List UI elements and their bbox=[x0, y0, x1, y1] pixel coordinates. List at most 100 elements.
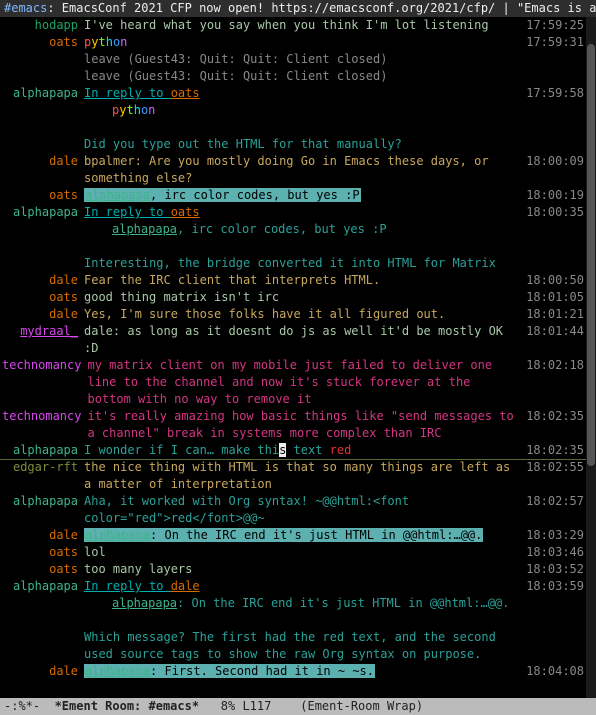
blank-line bbox=[0, 119, 586, 136]
chat-row: alphapapa: On the IRC end it's just HTML… bbox=[0, 595, 586, 612]
mention-link[interactable]: oats bbox=[171, 86, 200, 100]
rainbow-text: python bbox=[112, 103, 155, 117]
timestamp: 17:59:25 bbox=[524, 17, 584, 34]
scrollbar-thumb[interactable] bbox=[587, 44, 595, 466]
message-text: bpalmer: Are you mostly doing Go in Emac… bbox=[84, 153, 524, 187]
blank-line bbox=[0, 612, 586, 629]
message-text: I wonder if I can… make this text red bbox=[84, 442, 524, 459]
timestamp: 18:02:57 bbox=[524, 493, 584, 510]
message-text: Fear the IRC client that interprets HTML… bbox=[84, 272, 524, 289]
chat-row: alphapapa In reply to dale 18:03:59 bbox=[0, 578, 586, 595]
chat-row: Interesting, the bridge converted it int… bbox=[0, 255, 586, 272]
timestamp: 18:02:18 bbox=[524, 357, 584, 374]
header-topic: : EmacsConf 2021 CFP now open! https://e… bbox=[47, 1, 596, 15]
rainbow-text: python bbox=[84, 35, 127, 49]
message-text: alphapapa, irc color codes, but yes :P bbox=[84, 187, 524, 204]
reply-link[interactable]: In reply to bbox=[84, 579, 171, 593]
mention-link[interactable]: alphapapa bbox=[85, 528, 150, 542]
message-text: good thing matrix isn't irc bbox=[84, 289, 524, 306]
mention-link[interactable]: dale bbox=[171, 579, 200, 593]
timestamp: 18:03:46 bbox=[524, 544, 584, 561]
message-text: alphapapa: On the IRC end it's just HTML… bbox=[84, 527, 524, 544]
nick: technomancy bbox=[2, 357, 87, 374]
message-text: alphapapa, irc color codes, but yes :P bbox=[84, 221, 524, 238]
nick: alphapapa bbox=[2, 85, 84, 102]
chat-log[interactable]: hodapp I've heard what you say when you … bbox=[0, 17, 586, 698]
timestamp: 18:01:21 bbox=[524, 306, 584, 323]
chat-row: Which message? The first had the red tex… bbox=[0, 629, 586, 663]
channel-name: #emacs bbox=[4, 1, 47, 15]
mode-line: -:%*- *Ement Room: #emacs* 8% L117 (Emen… bbox=[0, 698, 596, 715]
nick: hodapp bbox=[2, 17, 84, 34]
chat-row: technomancy my matrix client on my mobil… bbox=[0, 357, 586, 408]
message-text: Did you type out the HTML for that manua… bbox=[84, 136, 524, 153]
chat-row: Did you type out the HTML for that manua… bbox=[0, 136, 586, 153]
mention-link[interactable]: alphapapa bbox=[112, 222, 177, 236]
timestamp: 18:03:52 bbox=[524, 561, 584, 578]
nick: oats bbox=[2, 187, 84, 204]
modeline-flags: -:%*- bbox=[4, 699, 40, 713]
emacs-window: #emacs: EmacsConf 2021 CFP now open! htt… bbox=[0, 0, 596, 715]
modeline-buffer: *Ement Room: #emacs* bbox=[55, 699, 200, 713]
chat-row: technomancy it's really amazing how basi… bbox=[0, 408, 586, 442]
nick: oats bbox=[2, 34, 84, 51]
message-text: In reply to oats bbox=[84, 85, 524, 102]
chat-row: python bbox=[0, 102, 586, 119]
chat-row: oats python 17:59:31 bbox=[0, 34, 586, 51]
chat-row: alphapapa, irc color codes, but yes :P bbox=[0, 221, 586, 238]
timestamp: 18:03:59 bbox=[524, 578, 584, 595]
chat-row: dale alphapapa: On the IRC end it's just… bbox=[0, 527, 586, 544]
chat-row: hodapp I've heard what you say when you … bbox=[0, 17, 586, 34]
nick: dale bbox=[2, 527, 84, 544]
message-text: Aha, it worked with Org syntax! ~@@html:… bbox=[84, 493, 524, 527]
message-text: In reply to oats bbox=[84, 204, 524, 221]
message-text: I've heard what you say when you think I… bbox=[84, 17, 524, 34]
nick: mydraal_ bbox=[2, 323, 84, 340]
highlight: alphapapa: On the IRC end it's just HTML… bbox=[84, 528, 483, 542]
chat-row: alphapapa Aha, it worked with Org syntax… bbox=[0, 493, 586, 527]
message-text: Interesting, the bridge converted it int… bbox=[84, 255, 524, 272]
chat-row: mydraal_ dale: as long as it doesnt do j… bbox=[0, 323, 586, 357]
mention-link[interactable]: alphapapa bbox=[112, 596, 177, 610]
nick: alphapapa bbox=[2, 493, 84, 510]
nick: dale bbox=[2, 272, 84, 289]
message-text: alphapapa: First. Second had it in ~ ~s. bbox=[84, 663, 524, 680]
system-message: leave (Guest43: Quit: Quit: Client close… bbox=[84, 51, 524, 68]
message-text: alphapapa: On the IRC end it's just HTML… bbox=[84, 595, 524, 612]
nick: technomancy bbox=[2, 408, 87, 425]
nick: alphapapa bbox=[2, 578, 84, 595]
reply-link[interactable]: In reply to bbox=[84, 86, 171, 100]
message-text: Which message? The first had the red tex… bbox=[84, 629, 524, 663]
chat-row: alphapapa In reply to oats 18:00:35 bbox=[0, 204, 586, 221]
chat-row: oats lol 18:03:46 bbox=[0, 544, 586, 561]
chat-row: alphapapa In reply to oats 17:59:58 bbox=[0, 85, 586, 102]
message-text: the nice thing with HTML is that so many… bbox=[84, 459, 524, 493]
timestamp: 17:59:58 bbox=[524, 85, 584, 102]
message-text: too many layers bbox=[84, 561, 524, 578]
modeline-position: 8% L117 bbox=[221, 699, 272, 713]
chat-row: leave (Guest43: Quit: Quit: Client close… bbox=[0, 68, 586, 85]
nick: alphapapa bbox=[2, 204, 84, 221]
chat-row: dale Fear the IRC client that interprets… bbox=[0, 272, 586, 289]
chat-row: dale bpalmer: Are you mostly doing Go in… bbox=[0, 153, 586, 187]
message-text: python bbox=[84, 34, 524, 51]
message-text: Yes, I'm sure those folks have it all fi… bbox=[84, 306, 524, 323]
nick: oats bbox=[2, 289, 84, 306]
reply-link[interactable]: In reply to bbox=[84, 205, 171, 219]
nick: dale bbox=[2, 663, 84, 680]
mention-link[interactable]: oats bbox=[171, 205, 200, 219]
timestamp: 17:59:31 bbox=[524, 34, 584, 51]
timestamp: 18:02:35 bbox=[524, 442, 584, 459]
mention-link[interactable]: alphapapa bbox=[85, 188, 150, 202]
timestamp: 18:03:29 bbox=[524, 527, 584, 544]
scrollbar[interactable] bbox=[586, 17, 596, 698]
message-text: lol bbox=[84, 544, 524, 561]
highlight: alphapapa: First. Second had it in ~ ~s. bbox=[84, 664, 375, 678]
timestamp: 18:01:05 bbox=[524, 289, 584, 306]
chat-row: dale alphapapa: First. Second had it in … bbox=[0, 663, 586, 680]
mention-link[interactable]: alphapapa bbox=[85, 664, 150, 678]
chat-row: leave (Guest43: Quit: Quit: Client close… bbox=[0, 51, 586, 68]
message-text: it's really amazing how basic things lik… bbox=[87, 408, 524, 442]
message-text: In reply to dale bbox=[84, 578, 524, 595]
nick: oats bbox=[2, 561, 84, 578]
